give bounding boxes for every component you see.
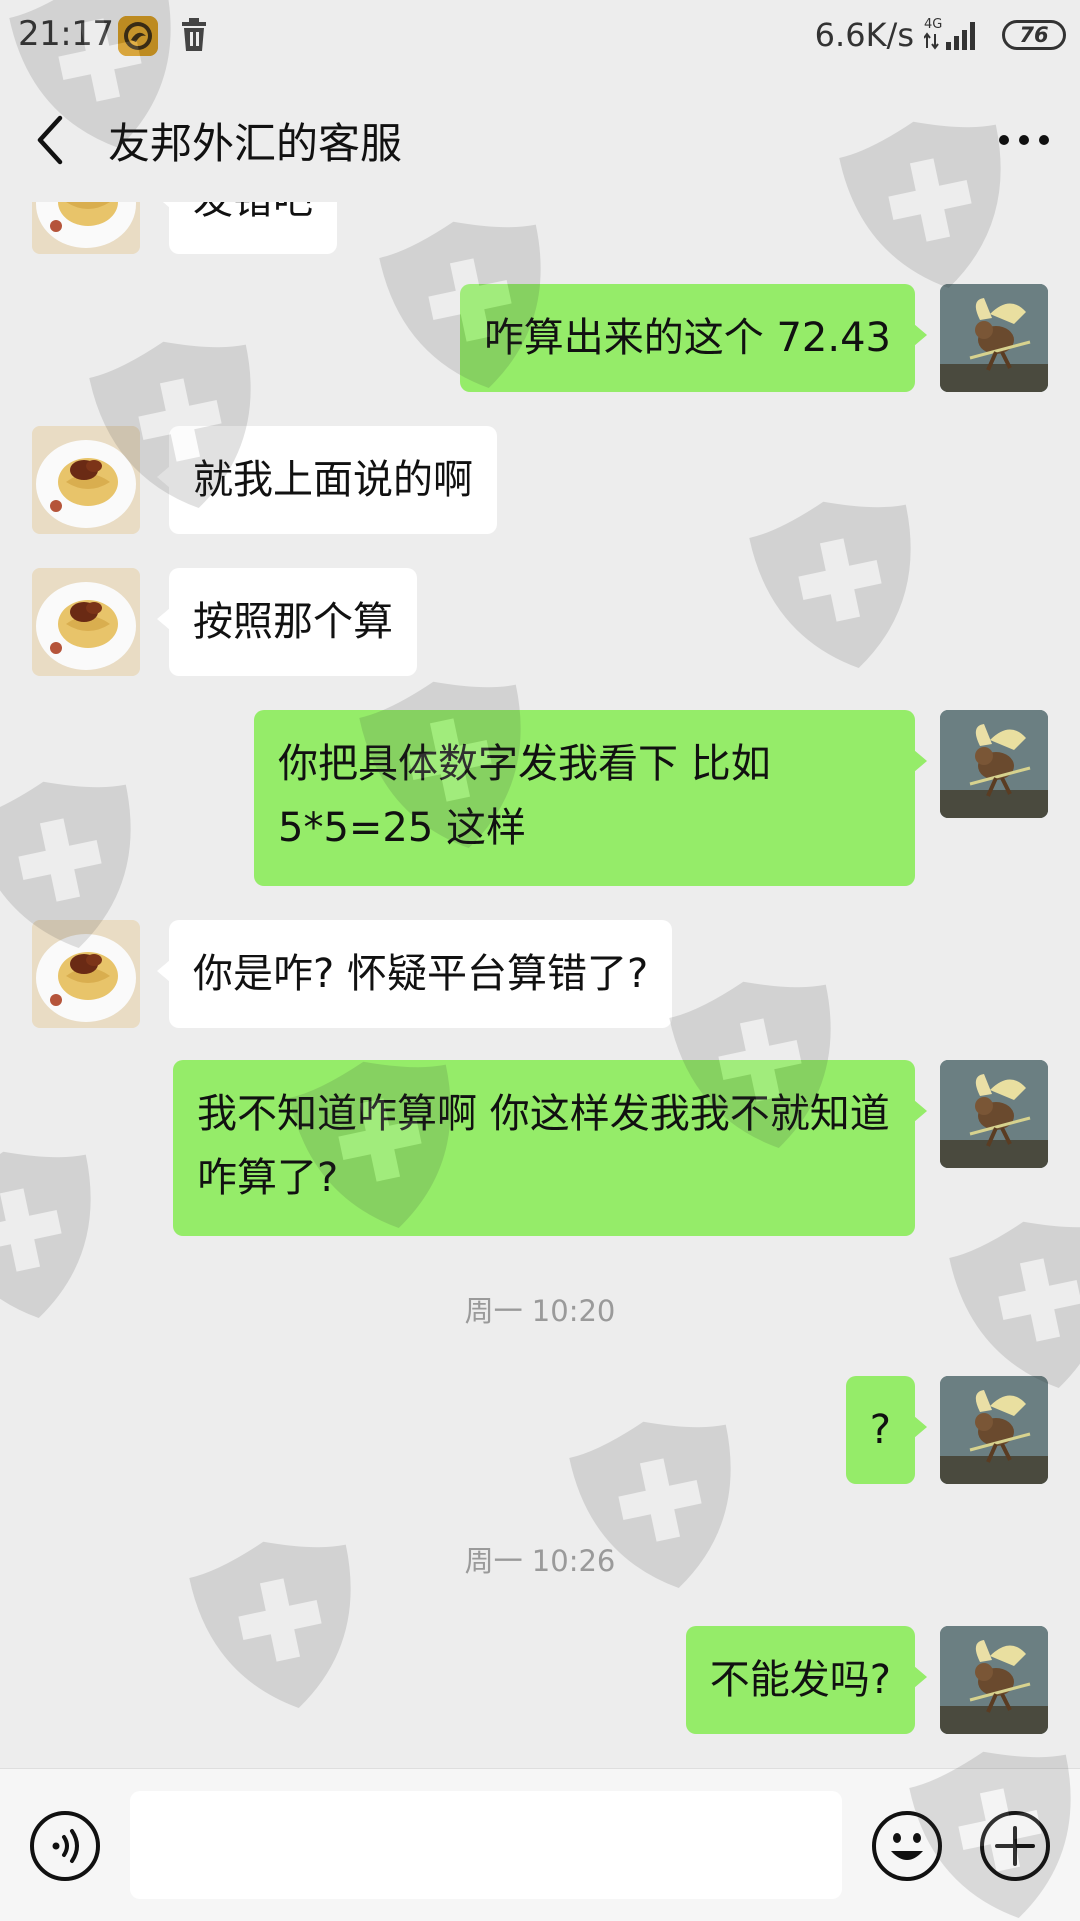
message-row: 你把具体数字发我看下 比如 5*5=25 这样 (0, 710, 1080, 886)
message-input[interactable] (130, 1791, 842, 1899)
message-bubble[interactable]: 我不知道咋算啊 你这样发我我不就知道咋算了? (173, 1060, 927, 1236)
message-row: 我不知道咋算啊 你这样发我我不就知道咋算了? (0, 1060, 1080, 1236)
message-bubble[interactable]: 就我上面说的啊 (157, 426, 497, 534)
svg-text:4G: 4G (924, 17, 942, 32)
avatar[interactable] (32, 202, 140, 254)
message-bubble[interactable]: 不能发吗? (685, 1626, 928, 1734)
message-bubble[interactable]: 按照那个算 (157, 568, 417, 676)
message-row: 就我上面说的啊 (0, 426, 1080, 534)
plus-icon[interactable] (978, 1809, 1052, 1883)
trash-icon (178, 18, 210, 52)
message-row: 咋算出来的这个 72.43 (0, 284, 1080, 392)
chat-title: 友邦外汇的客服 (108, 119, 403, 168)
chat-message-list[interactable]: 发错吧 咋算出来的这个 72.43 (0, 202, 1080, 1768)
message-timestamp: 周一 10:26 (464, 1544, 616, 1578)
emoji-icon[interactable] (870, 1809, 944, 1883)
avatar[interactable] (940, 1376, 1048, 1484)
message-row: ? (0, 1376, 1080, 1484)
message-bubble[interactable]: 你是咋? 怀疑平台算错了? (156, 920, 673, 1028)
message-row: 你是咋? 怀疑平台算错了? (0, 920, 1080, 1028)
message-row: 不能发吗? (0, 1626, 1080, 1734)
message-bubble[interactable]: 你把具体数字发我看下 比如 5*5=25 这样 (254, 710, 927, 886)
avatar[interactable] (940, 1626, 1048, 1734)
signal-icon: 4G (923, 16, 982, 52)
message-bubble[interactable]: 咋算出来的这个 72.43 (459, 284, 928, 392)
lion-app-icon (118, 16, 158, 56)
message-bubble[interactable]: ? (845, 1376, 928, 1484)
message-row: 按照那个算 (0, 568, 1080, 676)
avatar[interactable] (940, 1060, 1048, 1168)
voice-icon[interactable] (28, 1809, 102, 1883)
chevron-left-icon[interactable] (30, 112, 74, 168)
more-dots-icon[interactable] (994, 120, 1054, 160)
message-bubble[interactable]: 发错吧 (157, 202, 337, 254)
avatar[interactable] (32, 920, 140, 1028)
status-time: 21:17 (18, 14, 114, 54)
input-bar (0, 1768, 1080, 1921)
chat-header: 友邦外汇的客服 (0, 72, 1080, 202)
avatar[interactable] (940, 284, 1048, 392)
battery-indicator: 76 (1002, 20, 1066, 50)
network-speed: 6.6K/s (814, 16, 914, 54)
message-timestamp: 周一 10:20 (464, 1294, 616, 1328)
avatar[interactable] (32, 568, 140, 676)
avatar[interactable] (32, 426, 140, 534)
status-bar: 21:17 6.6K/s 4G 76 (0, 0, 1080, 72)
avatar[interactable] (940, 710, 1048, 818)
message-row: 发错吧 (0, 202, 1080, 254)
